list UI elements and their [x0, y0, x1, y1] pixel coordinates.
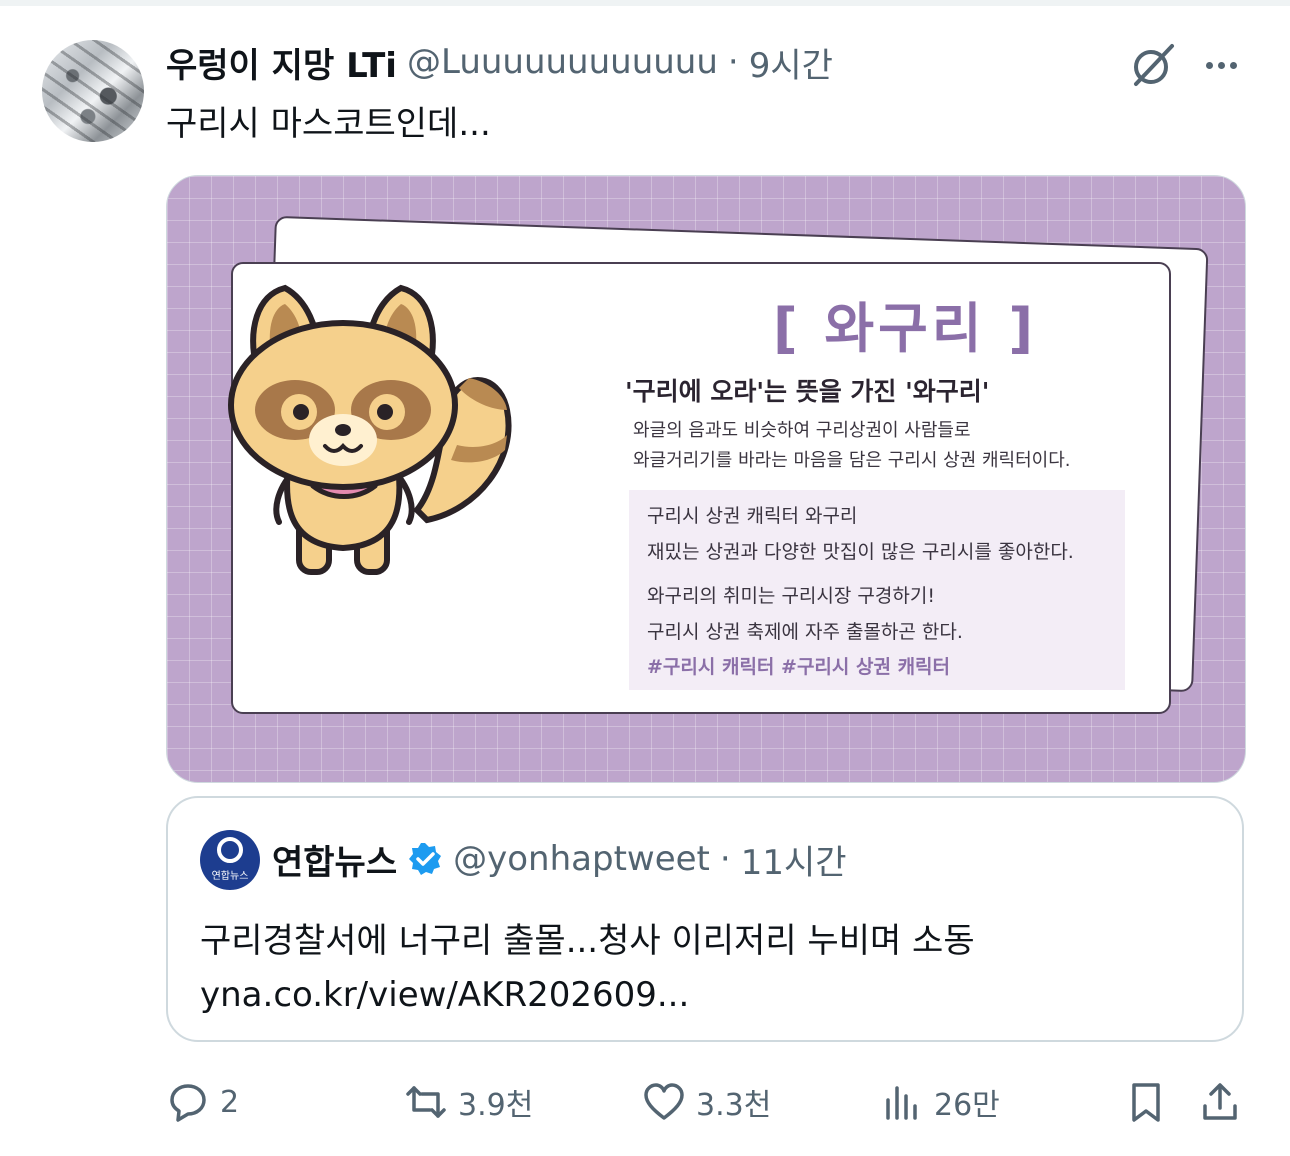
like-button[interactable]: 3.3천	[642, 1072, 771, 1132]
quoted-tweet[interactable]: 연합뉴스 연합뉴스 @yonhaptweet · 11시간 구리경찰서에 너구리…	[166, 796, 1244, 1042]
info-line: 와구리의 취미는 구리시장 구경하기!	[647, 585, 935, 607]
quoted-tweet-time[interactable]: 11시간	[741, 835, 847, 884]
bookmark-icon	[1132, 1083, 1160, 1122]
heart-icon	[644, 1083, 684, 1120]
tweet-text: 구리시 마스코트인데...	[166, 104, 491, 144]
mascot-subtitle: '구리에 오라'는 뜻을 가진 '와구리'	[625, 377, 990, 406]
more-options-icon[interactable]	[1196, 40, 1246, 90]
quoted-author-avatar[interactable]: 연합뉴스	[200, 830, 260, 890]
mascot-description: 와글의 음과도 비슷하여 구리상권이 사람들로 와글거리기를 바라는 마음을 담…	[633, 416, 1071, 476]
author-handle[interactable]: @Luuuuuuuuuuuu	[407, 42, 718, 82]
description-line: 와글거리기를 바라는 마음을 담은 구리시 상권 캐릭터이다.	[633, 450, 1071, 471]
verified-badge-icon	[409, 843, 442, 875]
author-avatar[interactable]	[42, 40, 144, 142]
tweet-header: 우렁이 지망 LTi @Luuuuuuuuuuuu · 9시간	[166, 36, 833, 88]
retweet-count: 3.9천	[458, 1088, 534, 1123]
retweet-button[interactable]: 3.9천	[404, 1072, 533, 1132]
author-name[interactable]: 우렁이 지망 LTi	[166, 38, 397, 87]
info-line: 구리시 상권 캐릭터 와구리	[647, 505, 858, 527]
quoted-text-line: 구리경찰서에 너구리 출몰...청사 이리저리 누비며 소동	[200, 921, 975, 961]
top-divider	[0, 0, 1290, 6]
views-button[interactable]: 26만	[880, 1072, 1000, 1132]
info-line: 재밌는 상권과 다양한 맛집이 많은 구리시를 좋아한다.	[647, 541, 1074, 563]
mascot-info-box: 구리시 상권 캐릭터 와구리 재밌는 상권과 다양한 맛집이 많은 구리시를 좋…	[629, 490, 1125, 690]
header-separator: ·	[727, 42, 739, 82]
quoted-tweet-header: 연합뉴스 @yonhaptweet · 11시간	[272, 834, 847, 884]
yonhap-logo-icon	[217, 836, 243, 863]
description-line: 와글의 음과도 비슷하여 구리상권이 사람들로	[633, 420, 971, 441]
quoted-author-handle[interactable]: @yonhaptweet	[453, 839, 710, 879]
retweet-icon	[406, 1086, 446, 1118]
quoted-link[interactable]: yna.co.kr/view/AKR202609...	[200, 968, 975, 1022]
quoted-tweet-text: 구리경찰서에 너구리 출몰...청사 이리저리 누비며 소동 yna.co.kr…	[200, 914, 975, 1022]
quoted-author-name[interactable]: 연합뉴스	[272, 835, 397, 884]
quoted-avatar-label: 연합뉴스	[211, 870, 249, 882]
raccoon-mascot-illustration	[228, 284, 512, 575]
like-count: 3.3천	[696, 1088, 772, 1123]
views-chart-icon	[886, 1086, 917, 1120]
reply-button[interactable]: 2	[166, 1072, 239, 1132]
views-count: 26만	[934, 1088, 1000, 1123]
bookmark-button[interactable]	[1124, 1072, 1168, 1132]
grok-icon[interactable]	[1128, 40, 1178, 90]
share-button[interactable]	[1198, 1072, 1242, 1132]
share-icon	[1203, 1083, 1237, 1120]
mascot-hashtags: #구리시 캐릭터 #구리시 상권 캐릭터	[647, 656, 951, 678]
mascot-title: [ 와구리 ]	[773, 297, 1037, 360]
info-line: 구리시 상권 축제에 자주 출몰하곤 한다.	[647, 621, 963, 643]
tweet-media-image[interactable]: [ 와구리 ] '구리에 오라'는 뜻을 가진 '와구리' 와글의 음과도 비슷…	[166, 175, 1246, 783]
reply-icon	[170, 1084, 206, 1122]
tweet-action-bar: 2 3.9천 3.3천 26만	[0, 1072, 1290, 1132]
tweet-time[interactable]: 9시간	[749, 38, 833, 87]
quoted-header-separator: ·	[719, 839, 731, 879]
reply-count: 2	[220, 1084, 240, 1120]
